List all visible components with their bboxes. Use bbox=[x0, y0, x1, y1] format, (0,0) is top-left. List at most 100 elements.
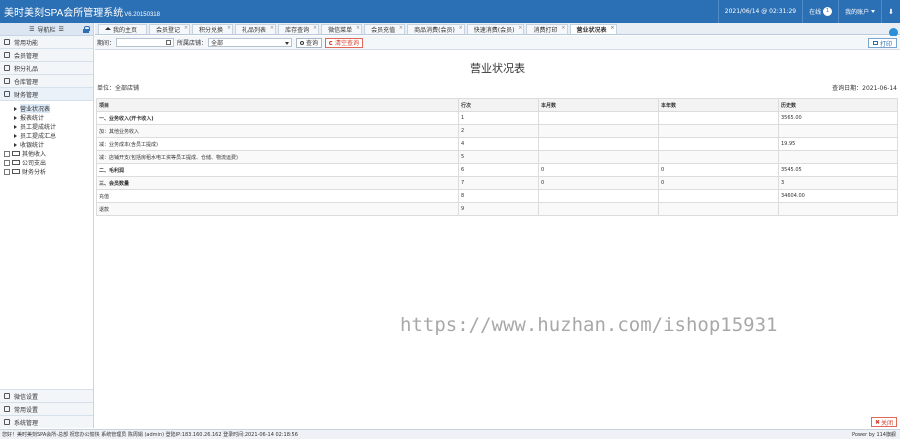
table-cell-history: 34604.00 bbox=[778, 189, 898, 203]
close-icon[interactable]: × bbox=[561, 25, 565, 31]
close-icon[interactable]: × bbox=[518, 25, 522, 31]
sidebar-item-common[interactable]: 常用功能 bbox=[0, 36, 93, 49]
refresh-icon bbox=[329, 40, 334, 45]
table-row: 退款 9 bbox=[96, 202, 898, 216]
tree-folder-company-expense[interactable]: 公司支出 bbox=[4, 158, 93, 167]
caret-right-icon bbox=[14, 115, 17, 120]
tab-bar: 我的主页 会员登记 × 积分兑换 × 礼品列表 × 库存查询 × 微信菜单 × 会员充值 ×… bbox=[95, 23, 900, 35]
table-cell-year bbox=[658, 124, 779, 138]
tree-folder-other-income[interactable]: 其他收入 bbox=[4, 149, 93, 158]
tab-member-register[interactable]: 会员登记 × bbox=[149, 24, 191, 34]
store-select[interactable]: 全部 bbox=[208, 38, 293, 47]
tab-product-consume[interactable]: 商品消费(会员) × bbox=[407, 24, 465, 34]
table-cell-history: 3 bbox=[778, 176, 898, 190]
watermark: https://www.huzhan.com/ishop15931 bbox=[400, 314, 778, 336]
search-button[interactable]: 查询 bbox=[296, 37, 323, 48]
tab-gift-list[interactable]: 礼品列表 × bbox=[235, 24, 277, 34]
tree-folder-finance-analysis[interactable]: 财务分析 bbox=[4, 167, 93, 176]
tree-item-report-stats[interactable]: 报表统计 bbox=[4, 113, 93, 122]
table-row: 充值 8 34604.00 bbox=[96, 189, 898, 203]
column-header: 本年数 bbox=[658, 98, 779, 112]
clear-query-button[interactable]: 清空查询 bbox=[325, 37, 364, 48]
grid-icon bbox=[4, 65, 10, 71]
tab-home[interactable]: 我的主页 bbox=[98, 24, 148, 34]
close-icon: ✖ bbox=[874, 418, 880, 426]
tree-item-cashier-stats[interactable]: 收银统计 bbox=[4, 140, 93, 149]
tab-business-status[interactable]: 营业状况表 × bbox=[569, 24, 617, 34]
tab-wechat-menu[interactable]: 微信菜单 × bbox=[321, 24, 363, 34]
close-icon[interactable]: × bbox=[459, 25, 463, 31]
sidebar-item-members[interactable]: 会员管理 bbox=[0, 49, 93, 62]
chevron-down-icon bbox=[871, 10, 876, 13]
status-bar: 您好！美时美刻SPA会所-总部 祝您办公愉快 系统管理员 陈周娟 (admin)… bbox=[0, 429, 900, 439]
table-cell-month bbox=[538, 124, 659, 138]
close-icon[interactable]: × bbox=[610, 25, 614, 31]
close-icon[interactable]: × bbox=[270, 25, 274, 31]
nav-header: ☰ 导航栏 ☰ bbox=[0, 23, 93, 36]
tree-item-staff-commission-summary[interactable]: 员工提成汇总 bbox=[4, 131, 93, 140]
print-button[interactable]: 打印 bbox=[867, 38, 897, 48]
tab-points-exchange[interactable]: 积分兑换 × bbox=[192, 24, 234, 34]
table-cell-history: 3545.05 bbox=[778, 163, 898, 177]
caret-right-icon bbox=[14, 106, 17, 111]
column-header: 历史数 bbox=[778, 98, 898, 112]
table-cell-item: 退款 bbox=[96, 202, 459, 216]
table-cell-month bbox=[538, 137, 659, 151]
table-cell-line: 7 bbox=[458, 176, 539, 190]
sidebar-item-common-settings[interactable]: 常用设置 bbox=[0, 402, 93, 415]
tree-item-business-status[interactable]: 营业状况表 bbox=[4, 104, 93, 113]
status-text: 您好！美时美刻SPA会所-总部 祝您办公愉快 系统管理员 陈周娟 (admin)… bbox=[2, 432, 298, 438]
download-button[interactable]: ⬇ bbox=[881, 0, 900, 23]
tab-stock-query[interactable]: 库存查询 × bbox=[278, 24, 320, 34]
close-icon[interactable]: × bbox=[184, 25, 188, 31]
sidebar-item-points-gifts[interactable]: 积分礼品 bbox=[0, 62, 93, 75]
tree-item-staff-commission-stats[interactable]: 员工提成统计 bbox=[4, 122, 93, 131]
grid-icon bbox=[4, 406, 10, 412]
sidebar-item-finance[interactable]: 财务管理 bbox=[0, 88, 93, 101]
table-cell-month bbox=[538, 202, 659, 216]
table-cell-item: 一、业务收入(开卡收入) bbox=[96, 111, 459, 125]
table-cell-item: 二、毛利润 bbox=[96, 163, 459, 177]
column-header: 本月数 bbox=[538, 98, 659, 112]
tab-consume-print[interactable]: 消费打印 × bbox=[526, 24, 568, 34]
top-header: 美时美刻SPA会所管理系统V6.20150318 2021/06/14 @ 02… bbox=[0, 0, 900, 23]
tab-member-recharge[interactable]: 会员充值 × bbox=[364, 24, 406, 34]
close-icon[interactable]: × bbox=[227, 25, 231, 31]
table-cell-line: 5 bbox=[458, 150, 539, 164]
tab-quick-consume[interactable]: 快速消费(会员) × bbox=[466, 24, 525, 34]
table-row: 三、会员数量 7 0 0 3 bbox=[96, 176, 898, 190]
datetime: 2021/06/14 @ 02:31:29 bbox=[717, 0, 802, 23]
sidebar-item-warehouse[interactable]: 仓库管理 bbox=[0, 75, 93, 88]
table-cell-line: 2 bbox=[458, 124, 539, 138]
online-indicator[interactable]: 在线 1 bbox=[802, 0, 838, 23]
report-title: 营业状况表 bbox=[470, 62, 525, 75]
period-date-input[interactable] bbox=[116, 38, 175, 47]
table-cell-year bbox=[658, 150, 779, 164]
sidebar-item-system[interactable]: 系统管理 bbox=[0, 415, 93, 428]
store-label: 所属店铺： bbox=[177, 40, 208, 47]
folder-icon bbox=[12, 160, 20, 165]
table-cell-year bbox=[658, 202, 779, 216]
lock-icon[interactable] bbox=[83, 26, 90, 33]
close-icon[interactable]: × bbox=[313, 25, 317, 31]
close-button[interactable]: ✖ 关闭 bbox=[870, 417, 897, 427]
column-header: 行次 bbox=[458, 98, 539, 112]
table-cell-item: 三、会员数量 bbox=[96, 176, 459, 190]
my-account-menu[interactable]: 我的账户 bbox=[838, 0, 881, 23]
close-icon[interactable]: × bbox=[356, 25, 360, 31]
table-row: 一、业务收入(开卡收入) 1 3565.00 bbox=[96, 111, 898, 125]
close-icon[interactable]: × bbox=[399, 25, 403, 31]
grid-icon bbox=[4, 91, 10, 97]
menu-icon: ☰ bbox=[58, 25, 64, 33]
table-cell-line: 8 bbox=[458, 189, 539, 203]
sidebar-item-wechat-settings[interactable]: 微信设置 bbox=[0, 389, 93, 402]
caret-right-icon bbox=[14, 124, 17, 129]
table-cell-item: 减：店铺开支(包括房租水电工资等员工提成、仓储、物流运费) bbox=[96, 150, 459, 164]
calendar-icon[interactable] bbox=[166, 40, 172, 45]
table-cell-item: 减：业务成本(含员工提成) bbox=[96, 137, 459, 151]
report-query-date: 查询日期：2021-06-14 bbox=[832, 85, 897, 92]
chevron-down-icon bbox=[285, 42, 290, 45]
table-cell-history bbox=[778, 150, 898, 164]
table-cell-year bbox=[658, 137, 779, 151]
folder-icon bbox=[12, 169, 20, 174]
